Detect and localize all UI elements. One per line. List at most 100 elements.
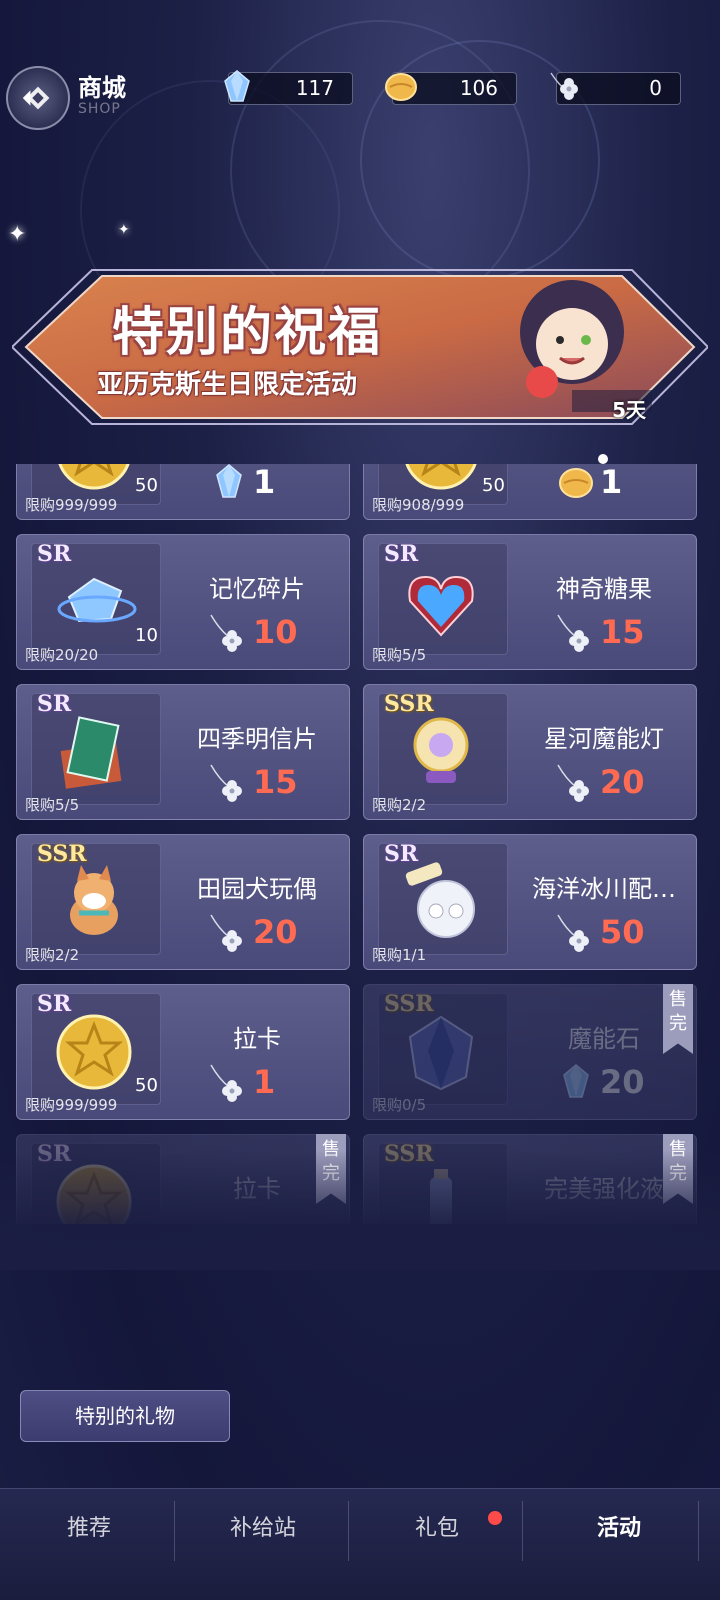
shop-item-card[interactable]: SSR 星河魔能灯 20 限购2/2	[363, 684, 697, 820]
blue-crystal-icon	[224, 70, 250, 102]
shop-item-card[interactable]: 50拉卡1限购908/999	[363, 464, 697, 520]
page-subtitle: SHOP	[78, 101, 121, 117]
shop-item-card[interactable]: SR 10 记忆碎片 10 限购20/20	[16, 534, 350, 670]
item-quantity: 50	[135, 475, 158, 496]
rarity-badge: SR	[384, 841, 419, 867]
rarity-badge: SSR	[384, 691, 434, 717]
purchase-limit: 限购0/5	[372, 1096, 427, 1114]
currency-coin-value: 106	[459, 76, 498, 100]
rarity-badge: SR	[37, 541, 72, 567]
postcard-icon	[60, 716, 122, 789]
item-name: 海洋冰川配…	[532, 875, 676, 903]
clover-charm-icon	[210, 914, 242, 952]
item-grid: 50拉卡1限购999/99950拉卡1限购908/999SR10记忆碎片10限购…	[16, 464, 712, 1224]
item-name: 拉卡	[233, 1025, 281, 1053]
sold-out-tag: 售完	[663, 984, 693, 1054]
item-name: 田园犬玩偶	[197, 875, 317, 903]
notification-badge	[488, 1511, 502, 1525]
shop-item-card: SSR 魔能石 20 限购0/5	[363, 984, 697, 1120]
rarity-badge: SR	[384, 541, 419, 567]
blue-crystal-icon	[216, 464, 242, 498]
item-name: 神奇糖果	[556, 575, 652, 603]
rarity-badge: SSR	[384, 991, 434, 1017]
currency-crystal[interactable]: 117	[224, 70, 353, 105]
clover-charm-icon	[550, 72, 578, 100]
gold-coin-icon	[559, 468, 593, 498]
magic-lamp-icon	[413, 717, 469, 783]
rarity-badge: SR	[37, 991, 72, 1017]
gold-medal-icon	[58, 464, 130, 490]
shop-item-card[interactable]: SR 海洋冰川配… 50 限购1/1	[363, 834, 697, 970]
shop-item-card[interactable]: SR 神奇糖果 15 限购5/5	[363, 534, 697, 670]
purchase-limit: 限购2/2	[25, 946, 80, 964]
dog-plush-icon	[70, 865, 118, 935]
currency-crystal-value: 117	[295, 76, 334, 100]
clover-charm-icon	[210, 614, 242, 652]
special-gift-button[interactable]: 特别的礼物	[20, 1390, 230, 1442]
event-banner[interactable]: 特别的祝福 亚历克斯生日限定活动 5天	[12, 262, 708, 432]
banner-days-left: 5天	[612, 398, 646, 422]
rarity-badge: SR	[37, 691, 72, 717]
clover-charm-icon	[557, 764, 589, 802]
purchase-limit: 限购1/1	[372, 946, 427, 964]
item-quantity: 10	[135, 625, 158, 646]
nav-tab-events[interactable]: 活动	[530, 1489, 708, 1569]
item-name: 四季明信片	[197, 725, 317, 753]
item-name: 魔能石	[568, 1025, 640, 1053]
earrings-icon	[405, 862, 475, 938]
nav-tab-recommend[interactable]: 推荐	[0, 1489, 178, 1569]
nav-tab-packs[interactable]: 礼包	[348, 1489, 526, 1569]
purchase-limit: 限购20/20	[25, 646, 99, 664]
candy-box-icon	[408, 575, 474, 637]
shop-item-card[interactable]: SR 50 拉卡 1 限购999/999	[16, 984, 350, 1120]
item-name: 记忆碎片	[209, 575, 305, 603]
shop-item-card[interactable]: SSR 田园犬玩偶 20 限购2/2	[16, 834, 350, 970]
currency-clover-value: 0	[649, 76, 662, 100]
back-button[interactable]	[6, 66, 70, 130]
purchase-limit: 限购999/999	[25, 496, 118, 514]
gold-medal-icon	[405, 464, 477, 490]
nav-divider	[698, 1501, 699, 1561]
grid-fade-overlay	[0, 1150, 720, 1270]
gold-coin-icon	[385, 73, 417, 101]
sparkle-icon: ✦	[118, 222, 130, 238]
banner-page-indicator	[598, 454, 608, 464]
item-price: 50	[600, 913, 645, 951]
purchase-limit: 限购5/5	[25, 796, 80, 814]
item-name: 星河魔能灯	[544, 725, 664, 753]
item-price: 10	[253, 613, 298, 651]
clover-charm-icon	[210, 764, 242, 802]
purchase-limit: 限购908/999	[372, 496, 465, 514]
item-price: 1	[253, 1063, 276, 1101]
item-price: 20	[253, 913, 298, 951]
item-price: 15	[600, 613, 645, 651]
page-title: 商城	[78, 74, 126, 102]
currency-coin[interactable]: 106	[385, 72, 517, 105]
shop-item-card[interactable]: 50拉卡1限购999/999	[16, 464, 350, 520]
banner-subtitle: 亚历克斯生日限定活动	[97, 370, 358, 400]
purchase-limit: 限购5/5	[372, 646, 427, 664]
item-price: 1	[600, 464, 623, 501]
item-quantity: 50	[135, 1075, 158, 1096]
item-price: 20	[600, 763, 645, 801]
purchase-limit: 限购2/2	[372, 796, 427, 814]
purchase-limit: 限购999/999	[25, 1096, 118, 1114]
item-price: 20	[600, 1063, 645, 1101]
header-bar: 商城 SHOP 117 106 0	[0, 60, 720, 130]
item-price: 1	[253, 464, 276, 501]
currency-clover[interactable]: 0	[550, 72, 681, 105]
rarity-badge: SSR	[37, 841, 87, 867]
nav-divider	[522, 1501, 523, 1561]
gold-medal-icon	[56, 1014, 132, 1090]
clover-charm-icon	[210, 1064, 242, 1102]
item-quantity: 50	[482, 475, 505, 496]
sparkle-icon: ✦	[8, 222, 27, 247]
clover-charm-icon	[557, 914, 589, 952]
bottom-nav: 推荐 补给站 礼包 活动	[0, 1488, 720, 1600]
blue-crystal-icon	[563, 1064, 589, 1098]
back-arrow-icon	[22, 86, 50, 110]
crystal-shard-icon	[57, 577, 137, 623]
nav-tab-supply[interactable]: 补给站	[174, 1489, 352, 1569]
shop-item-card[interactable]: SR 四季明信片 15 限购5/5	[16, 684, 350, 820]
banner-title: 特别的祝福	[112, 302, 383, 363]
